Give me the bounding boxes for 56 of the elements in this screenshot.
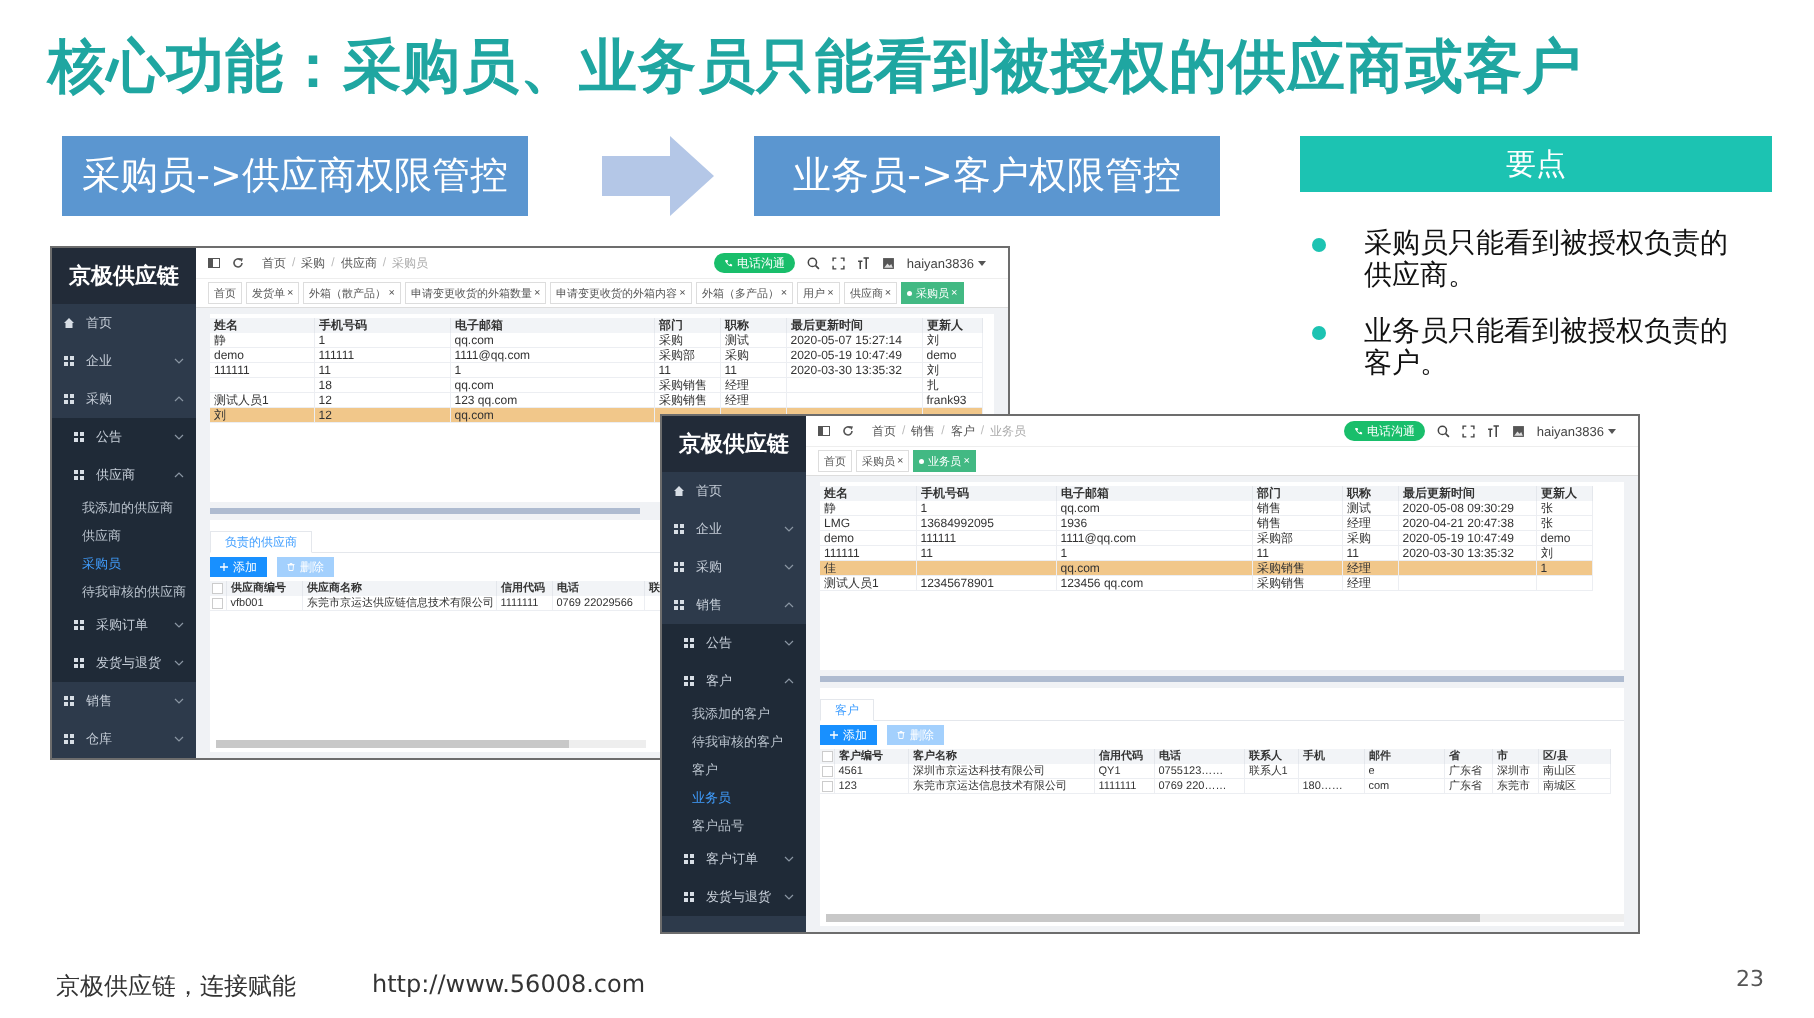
right-arrow-icon — [602, 136, 714, 216]
grid-icon — [684, 638, 694, 648]
fullscreen-icon — [1461, 424, 1475, 438]
grid-icon — [684, 854, 694, 864]
grid-icon — [684, 892, 694, 902]
plus-icon — [830, 731, 838, 739]
flow-box: 采购员->供应商权限管控 — [62, 136, 528, 216]
scrollbar[interactable] — [826, 914, 1624, 922]
grid-icon — [674, 600, 684, 610]
grid-icon — [74, 470, 84, 480]
home-icon — [64, 318, 74, 328]
image-icon — [1511, 424, 1525, 438]
flow-box: 业务员->客户权限管控 — [754, 136, 1220, 216]
refresh-icon — [842, 425, 854, 437]
image-icon — [881, 256, 895, 270]
search-icon — [806, 256, 820, 270]
bullet-dot — [1312, 326, 1326, 340]
grid-icon — [64, 394, 74, 404]
grid-icon — [674, 562, 684, 572]
app-logo: 京极供应链 — [52, 248, 196, 304]
grid-icon — [74, 432, 84, 442]
checkbox[interactable] — [822, 750, 833, 762]
scrollbar[interactable] — [216, 740, 646, 748]
grid-icon — [64, 356, 74, 366]
grid-icon — [674, 524, 684, 534]
phone-icon — [723, 258, 733, 268]
font-size-icon — [1486, 424, 1500, 438]
grid-icon — [74, 658, 84, 668]
grid-icon — [64, 734, 74, 744]
footer-link[interactable]: http://www.56008.com — [372, 970, 646, 1004]
phone-icon — [1353, 426, 1363, 436]
bullet-text: 业务员只能看到被授权负责的客户。 — [1364, 316, 1730, 380]
caret-icon — [978, 260, 986, 266]
grid-icon — [74, 620, 84, 630]
plus-icon — [220, 563, 228, 571]
checkbox[interactable] — [822, 765, 833, 777]
section-heading: 要点 — [1300, 136, 1772, 192]
checkbox[interactable] — [822, 780, 833, 792]
slide-title: 核心功能：采购员、业务员只能看到被授权的供应商或客户 — [48, 30, 1582, 104]
font-size-icon — [856, 256, 870, 270]
grid-icon — [64, 696, 74, 706]
page-number: 23 — [1736, 966, 1764, 992]
grid-icon — [684, 676, 694, 686]
bullet-dot — [1312, 238, 1326, 252]
footer-text: 京极供应链，连接赋能 — [56, 970, 296, 1004]
checkbox[interactable] — [212, 597, 224, 609]
fullscreen-icon — [831, 256, 845, 270]
checkbox[interactable] — [212, 582, 223, 594]
caret-icon — [1608, 428, 1616, 434]
search-icon — [1436, 424, 1450, 438]
splitter-bar[interactable] — [210, 508, 640, 514]
splitter-bar[interactable] — [820, 676, 1624, 682]
refresh-icon — [232, 257, 244, 269]
home-icon — [674, 486, 684, 496]
bullet-text: 采购员只能看到被授权负责的供应商。 — [1364, 228, 1730, 292]
app-logo: 京极供应链 — [662, 416, 806, 472]
